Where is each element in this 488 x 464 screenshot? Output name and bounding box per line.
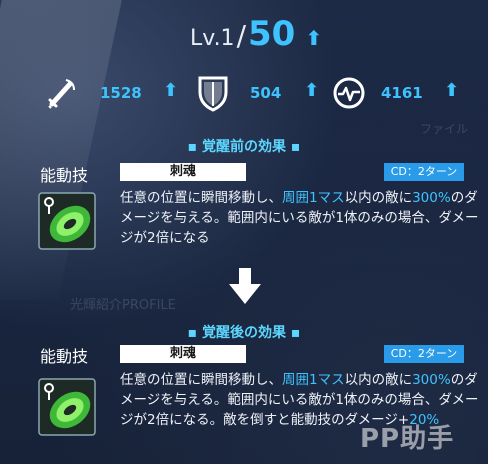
- after-ability-label: 能動技: [40, 347, 89, 366]
- hp-value: 4161: [381, 84, 423, 102]
- attack-up-arrow-icon: ⬆: [163, 80, 179, 101]
- skill-swirl-icon: [38, 192, 96, 250]
- before-cooldown-badge: CD：2ターン: [384, 163, 464, 181]
- level-max: 50: [248, 14, 296, 54]
- watermark-text: PP助手: [360, 424, 455, 454]
- after-cooldown-badge: CD：2ターン: [384, 345, 464, 363]
- background-file-text: ファイル: [420, 122, 469, 136]
- before-ability-label: 能動技: [40, 166, 89, 185]
- attack-value: 1528: [100, 84, 142, 102]
- before-awakening-title: ▪ 覚醒前の効果 ▪: [187, 139, 301, 155]
- arrow-down-icon: [229, 268, 261, 304]
- defense-up-arrow-icon: ⬆: [304, 80, 320, 101]
- hp-up-arrow-icon: ⬆: [444, 80, 460, 101]
- after-awakening-title: ▪ 覚醒後の効果 ▪: [187, 325, 301, 341]
- level-current: Lv.1: [190, 26, 235, 51]
- sword-icon: [48, 79, 75, 109]
- background-profile-text: 光輝紹介PROFILE: [70, 298, 176, 313]
- before-skill-name: 刺魂: [120, 163, 246, 181]
- heartbeat-icon: [333, 77, 365, 109]
- before-skill-description: 任意の位置に瞬間移動し、周囲1マス以内の敵に300%のダメージを与える。範囲内に…: [120, 190, 479, 246]
- shield-icon: [198, 76, 228, 112]
- after-skill-name: 刺魂: [120, 345, 246, 363]
- skill-swirl-icon: [38, 378, 96, 436]
- level-up-arrow-icon[interactable]: ⬆: [305, 26, 322, 50]
- level-slash: /: [236, 19, 246, 52]
- defense-value: 504: [250, 84, 282, 102]
- level-display: Lv.1 / 50 ⬆: [190, 14, 322, 54]
